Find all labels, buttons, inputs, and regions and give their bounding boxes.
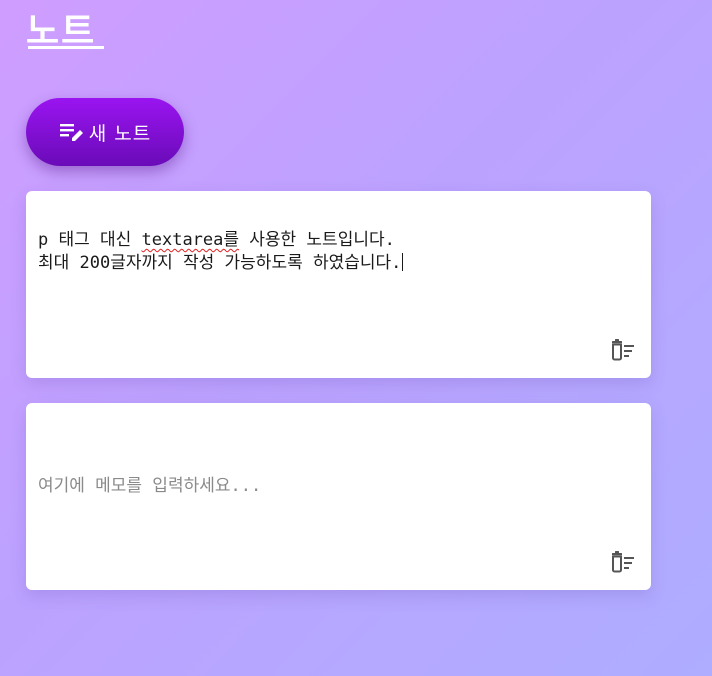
delete-note-button[interactable] <box>609 338 639 362</box>
note-card <box>26 403 651 590</box>
text-caret <box>402 253 404 271</box>
note-text-part: p 태그 대신 <box>38 230 142 250</box>
delete-sweep-icon <box>609 550 639 574</box>
delete-note-button[interactable] <box>609 550 639 574</box>
new-note-label: 새 노트 <box>88 122 152 145</box>
note-card: p 태그 대신 textarea를 사용한 노트입니다. 최대 200글자까지 … <box>26 191 651 378</box>
delete-sweep-icon <box>609 338 639 362</box>
note-textarea[interactable] <box>38 475 628 575</box>
edit-note-icon <box>59 121 85 143</box>
title-underline <box>28 46 104 49</box>
note-textarea[interactable]: p 태그 대신 textarea를 사용한 노트입니다. 최대 200글자까지 … <box>38 229 628 329</box>
spellcheck-word: textarea를 <box>141 230 240 250</box>
new-note-button[interactable]: 새 노트 <box>26 98 184 166</box>
